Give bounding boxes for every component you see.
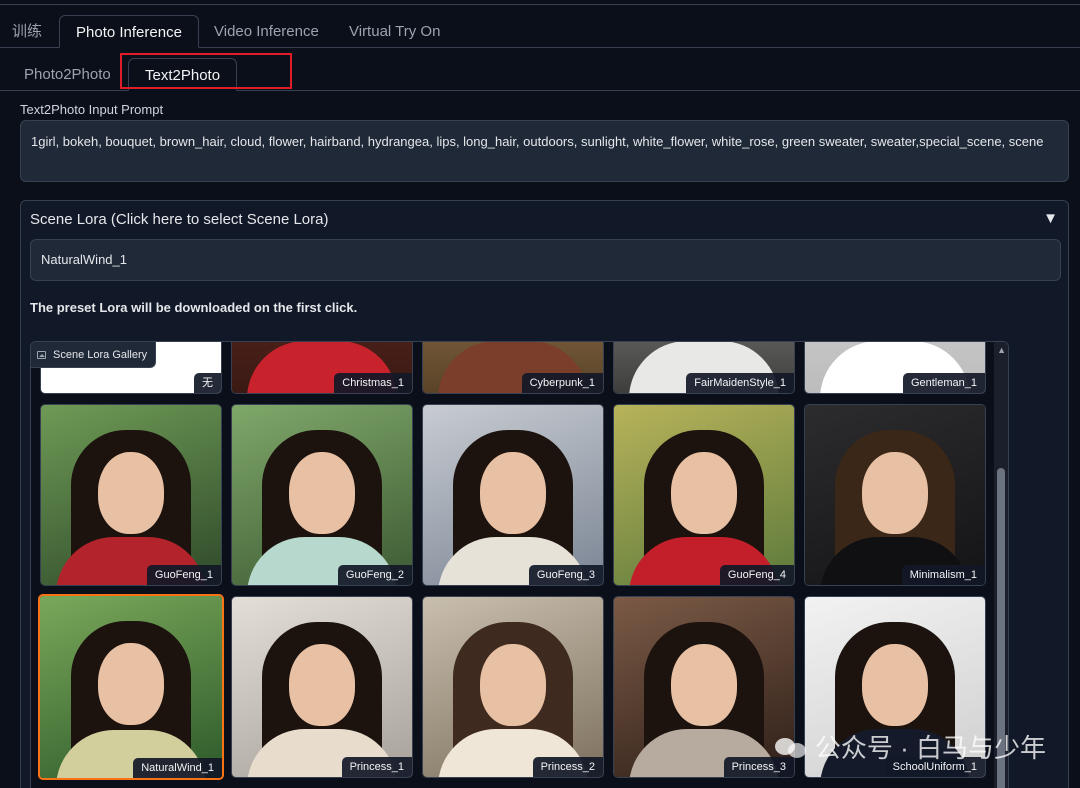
gallery-item-guofeng-1[interactable]: GuoFeng_1 — [40, 404, 222, 586]
prompt-input[interactable]: 1girl, bokeh, bouquet, brown_hair, cloud… — [20, 120, 1069, 182]
gallery-item-caption: NaturalWind_1 — [133, 758, 222, 778]
thumb-figure-face — [480, 643, 546, 726]
gallery-item-caption: Gentleman_1 — [902, 373, 985, 393]
tab-train[interactable]: 训练 — [12, 15, 42, 48]
gallery-item-fairmaidenstyle-1[interactable]: FairMaidenStyle_1 — [613, 342, 795, 394]
gallery-item-princess-1[interactable]: Princess_1 — [231, 596, 413, 778]
main-tabs: 训练 Photo Inference Video Inference Virtu… — [0, 15, 1080, 48]
tab-text2photo[interactable]: Text2Photo — [128, 58, 238, 91]
watermark: 公众号 · 白马与少年 — [774, 728, 1046, 765]
wechat-icon — [774, 736, 809, 760]
thumb-figure-face — [98, 451, 164, 534]
selected-lora-field[interactable]: NaturalWind_1 — [30, 239, 1061, 281]
watermark-text: 公众号 · 白马与少年 — [814, 733, 1046, 763]
gallery-item-caption: Christmas_1 — [334, 373, 412, 393]
scene-lora-accordion: Scene Lora (Click here to select Scene L… — [20, 200, 1069, 788]
gallery-item-caption: FairMaidenStyle_1 — [686, 373, 794, 393]
tab-photo-inference[interactable]: Photo Inference — [59, 15, 199, 48]
gallery-item-caption: Princess_2 — [532, 757, 603, 777]
gallery-item-guofeng-3[interactable]: GuoFeng_3 — [422, 404, 604, 586]
gallery-item-gentleman-1[interactable]: Gentleman_1 — [804, 342, 986, 394]
gallery-item-guofeng-2[interactable]: GuoFeng_2 — [231, 404, 413, 586]
gallery-item-caption: 无 — [194, 373, 221, 393]
image-icon — [37, 351, 46, 359]
thumb-figure-face — [862, 451, 928, 534]
tab-virtual-try-on[interactable]: Virtual Try On — [349, 15, 440, 48]
gallery-item-princess-2[interactable]: Princess_2 — [422, 596, 604, 778]
gallery-item-naturalwind-1[interactable]: NaturalWind_1 — [38, 594, 224, 780]
download-note: The preset Lora will be downloaded on th… — [30, 300, 358, 315]
thumb-figure-face — [289, 643, 355, 726]
gallery-item-princess-3[interactable]: Princess_3 — [613, 596, 795, 778]
gallery-item-caption: Princess_1 — [341, 757, 412, 777]
scroll-up-icon[interactable]: ▲ — [997, 345, 1006, 355]
tab-video-inference[interactable]: Video Inference — [214, 15, 319, 48]
tab-photo2photo[interactable]: Photo2Photo — [24, 58, 111, 91]
prompt-label: Text2Photo Input Prompt — [20, 102, 164, 117]
gallery-item-caption: GuoFeng_1 — [146, 565, 221, 585]
collapse-arrow-icon[interactable]: ▼ — [1043, 210, 1058, 227]
thumb-figure-face — [862, 643, 928, 726]
sub-tabs: Photo2Photo Text2Photo — [0, 58, 1080, 91]
thumb-figure-face — [671, 451, 737, 534]
gallery-scrollbar[interactable]: ▲ — [994, 342, 1008, 788]
gallery-label-text: Scene Lora Gallery — [53, 349, 148, 361]
thumb-figure-face — [98, 643, 164, 726]
gallery-item-caption: GuoFeng_2 — [337, 565, 412, 585]
gallery-label: Scene Lora Gallery — [31, 342, 157, 368]
gallery-item-cyberpunk-1[interactable]: Cyberpunk_1 — [422, 342, 604, 394]
gallery-item-christmas-1[interactable]: Christmas_1 — [231, 342, 413, 394]
gallery-item-minimalism-1[interactable]: Minimalism_1 — [804, 404, 986, 586]
gallery-item-caption: Minimalism_1 — [901, 565, 985, 585]
thumb-figure-face — [480, 451, 546, 534]
thumb-figure-face — [671, 643, 737, 726]
gallery-item-caption: Cyberpunk_1 — [521, 373, 603, 393]
gallery-item-guofeng-4[interactable]: GuoFeng_4 — [613, 404, 795, 586]
thumb-figure-face — [289, 451, 355, 534]
scene-lora-gallery: Scene Lora Gallery 无 Christmas_1 Cyberpu… — [30, 341, 1009, 788]
gallery-item-caption: GuoFeng_3 — [528, 565, 603, 585]
top-divider — [0, 4, 1080, 5]
scene-lora-header[interactable]: Scene Lora (Click here to select Scene L… — [30, 211, 328, 228]
gallery-item-caption: GuoFeng_4 — [719, 565, 794, 585]
